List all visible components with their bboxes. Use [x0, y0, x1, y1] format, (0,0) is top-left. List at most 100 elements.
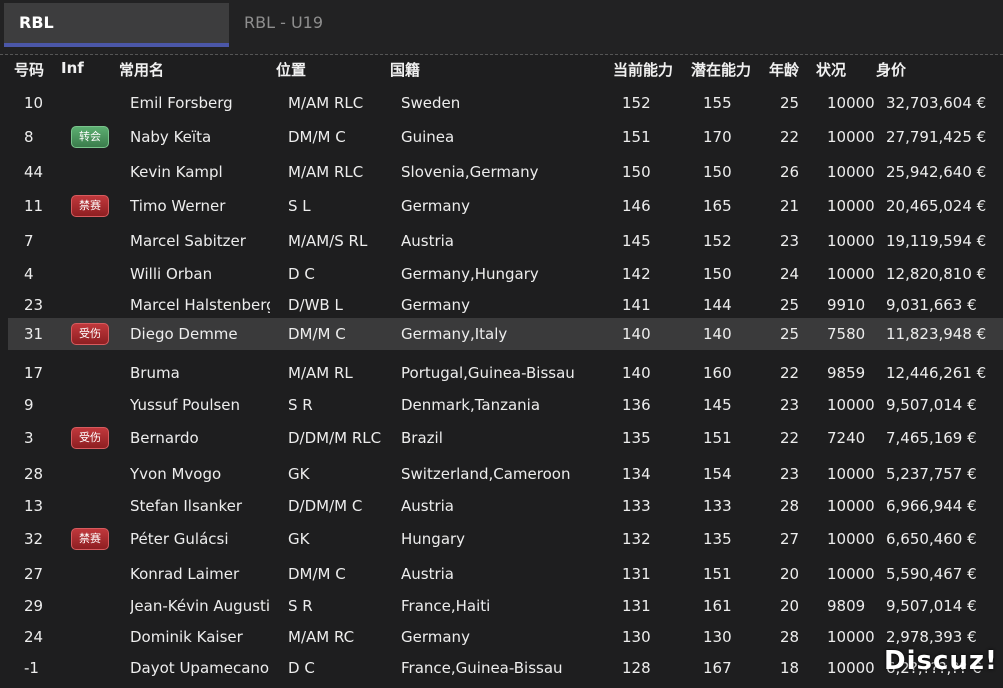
player-name: Bruma	[130, 364, 180, 382]
player-position: M/AM RC	[288, 628, 355, 646]
player-position: D C	[288, 265, 315, 283]
player-number: 24	[24, 628, 44, 646]
player-position: D/DM/M RLC	[288, 429, 382, 447]
table-row[interactable]: -1 Dayot Upamecano D C France,Guinea-Bissau…	[8, 653, 1003, 683]
tab-rbl[interactable]: RBL	[4, 3, 229, 47]
player-nationality: Slovenia,Germany	[401, 163, 539, 181]
status-badge: 禁赛	[71, 195, 109, 217]
player-potential-ability: 151	[703, 429, 732, 447]
player-position: D/WB L	[288, 296, 343, 314]
table-row[interactable]: 28 Yvon Mvogo GK Switzerland,Cameroon 134 154…	[8, 459, 1003, 489]
player-nationality: Denmark,Tanzania	[401, 396, 541, 414]
table-row[interactable]: 7 Marcel Sabitzer M/AM/S RL Austria 145 152 23…	[8, 226, 1003, 256]
header-condition[interactable]: 状况	[816, 59, 846, 80]
player-position: D C	[288, 659, 315, 677]
player-potential-ability: 155	[703, 94, 732, 112]
player-value: 19,119,594 €	[886, 232, 987, 250]
table-row[interactable]: 27 Konrad Laimer DM/M C Austria 131 151 20 1000…	[8, 559, 1003, 589]
player-age: 22	[780, 429, 800, 447]
player-condition: 10000	[827, 396, 875, 414]
status-badge: 禁赛	[71, 528, 109, 550]
player-position: M/AM RLC	[288, 163, 364, 181]
table-row[interactable]: 24 Dominik Kaiser M/AM RC Germany 130 130 28 10…	[8, 622, 1003, 652]
player-age: 25	[780, 296, 800, 314]
header-number[interactable]: 号码	[14, 59, 44, 80]
player-potential-ability: 150	[703, 163, 732, 181]
player-potential-ability: 135	[703, 530, 732, 548]
player-name: Marcel Halstenberg	[130, 296, 270, 314]
player-age: 20	[780, 565, 800, 583]
player-potential-ability: 167	[703, 659, 732, 677]
header-value[interactable]: 身价	[876, 59, 906, 80]
watermark-logo: Discuz!	[884, 646, 998, 676]
table-row[interactable]: 29 Jean-Kévin Augustin S R France,Haiti 131 1…	[8, 591, 1003, 621]
header-potential-ability[interactable]: 潜在能力	[691, 59, 751, 80]
player-name: Diego Demme	[130, 325, 238, 343]
player-current-ability: 151	[622, 128, 651, 146]
table-row[interactable]: 32 Péter Gulácsi GK Hungary 132 135 27 10000 6,6…	[8, 524, 1003, 554]
player-condition: 10000	[827, 232, 875, 250]
player-current-ability: 140	[622, 364, 651, 382]
player-potential-ability: 160	[703, 364, 732, 382]
player-number: 3	[24, 429, 34, 447]
player-current-ability: 134	[622, 465, 651, 483]
header-nationality[interactable]: 国籍	[390, 59, 420, 80]
player-number: 11	[24, 197, 44, 215]
player-current-ability: 131	[622, 597, 651, 615]
header-position[interactable]: 位置	[276, 59, 306, 80]
player-condition: 10000	[827, 659, 875, 677]
player-position: D/DM/M C	[288, 497, 363, 515]
player-value: 9,031,663 €	[886, 296, 977, 314]
header-current-ability[interactable]: 当前能力	[613, 59, 673, 80]
table-row[interactable]: 44 Kevin Kampl M/AM RLC Slovenia,Germany 150…	[8, 157, 1003, 187]
table-row[interactable]: 17 Bruma M/AM RL Portugal,Guinea-Bissau 140 1…	[8, 358, 1003, 388]
player-potential-ability: 151	[703, 565, 732, 583]
header-inf[interactable]: Inf	[61, 59, 84, 77]
player-potential-ability: 150	[703, 265, 732, 283]
tab-rbl-u19[interactable]: RBL - U19	[229, 3, 449, 47]
player-age: 23	[780, 465, 800, 483]
player-number: 31	[24, 325, 44, 343]
player-position: S L	[288, 197, 311, 215]
player-current-ability: 152	[622, 94, 651, 112]
table-row[interactable]: 8 Naby Keïta DM/M C Guinea 151 170 22 10000 27,7…	[8, 122, 1003, 152]
player-nationality: Portugal,Guinea-Bissau	[401, 364, 575, 382]
player-number: 13	[24, 497, 44, 515]
player-name: Naby Keïta	[130, 128, 212, 146]
table-row[interactable]: 10 Emil Forsberg M/AM RLC Sweden 152 155 25 100…	[8, 88, 1003, 118]
player-number: 10	[24, 94, 44, 112]
player-nationality: Germany	[401, 197, 470, 215]
header-age[interactable]: 年龄	[769, 59, 799, 80]
table-row[interactable]: 11 Timo Werner S L Germany 146 165 21 10000 20,4…	[8, 191, 1003, 221]
header-name[interactable]: 常用名	[119, 59, 164, 80]
table-row[interactable]: 13 Stefan Ilsanker D/DM/M C Austria 133 133 28…	[8, 491, 1003, 521]
player-potential-ability: 165	[703, 197, 732, 215]
player-nationality: Austria	[401, 232, 454, 250]
player-potential-ability: 133	[703, 497, 732, 515]
table-row[interactable]: 9 Yussuf Poulsen S R Denmark,Tanzania 136 145…	[8, 390, 1003, 420]
player-number: -1	[24, 659, 39, 677]
player-value: 6,966,944 €	[886, 497, 977, 515]
player-nationality: Austria	[401, 565, 454, 583]
player-number: 23	[24, 296, 44, 314]
player-current-ability: 140	[622, 325, 651, 343]
table-row[interactable]: 3 Bernardo D/DM/M RLC Brazil 135 151 22 7240 7,4…	[8, 423, 1003, 453]
table-row[interactable]: 31 Diego Demme DM/M C Germany,Italy 140 140 25…	[8, 318, 1003, 350]
player-age: 26	[780, 163, 800, 181]
player-value: 25,942,640 €	[886, 163, 987, 181]
player-condition: 10000	[827, 163, 875, 181]
table-row[interactable]: 23 Marcel Halstenberg D/WB L Germany 141 144 2…	[8, 290, 1003, 320]
player-name: Willi Orban	[130, 265, 213, 283]
player-name: Jean-Kévin Augustin	[130, 597, 270, 615]
player-current-ability: 128	[622, 659, 651, 677]
player-number: 7	[24, 232, 34, 250]
player-name: Yussuf Poulsen	[130, 396, 241, 414]
player-nationality: Brazil	[401, 429, 443, 447]
player-name: Dominik Kaiser	[130, 628, 243, 646]
player-age: 21	[780, 197, 800, 215]
player-name: Marcel Sabitzer	[130, 232, 246, 250]
player-position: DM/M C	[288, 565, 346, 583]
player-number: 4	[24, 265, 34, 283]
player-condition: 10000	[827, 94, 875, 112]
table-row[interactable]: 4 Willi Orban D C Germany,Hungary 142 150 24 10…	[8, 259, 1003, 289]
